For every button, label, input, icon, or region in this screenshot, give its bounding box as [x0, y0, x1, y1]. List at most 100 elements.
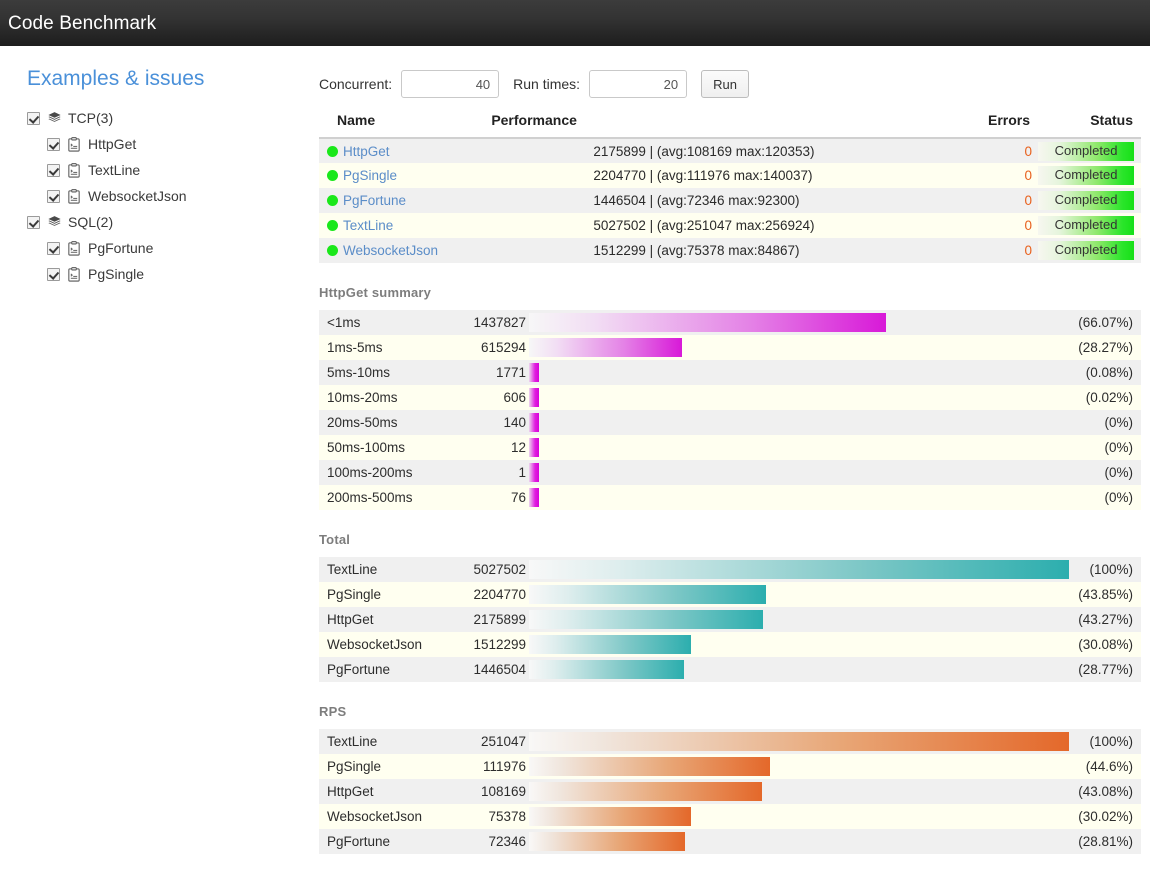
tree-item-websocketjson[interactable]: WebsocketJson	[18, 183, 305, 209]
status-dot-icon	[327, 245, 338, 256]
bar-category-label: 20ms-50ms	[327, 415, 398, 430]
bar-percent-label: (0.02%)	[1085, 390, 1133, 405]
bar-row: PgFortune 72346 (28.81%)	[319, 829, 1141, 854]
result-name-cell: HttpGet	[319, 138, 483, 163]
bar-category-label: PgSingle	[327, 759, 382, 774]
result-errors-cell: 0	[1024, 243, 1033, 258]
tree-item-checkbox[interactable]	[47, 189, 60, 203]
app-header: Code Benchmark	[0, 0, 1150, 46]
bar-percent-label: (0%)	[1104, 465, 1133, 480]
script-icon	[66, 162, 82, 178]
bar-value-label: 1437827	[473, 315, 526, 330]
tree-item-label: TextLine	[88, 162, 141, 178]
bar-percent-label: (0.08%)	[1085, 365, 1133, 380]
tree-item-pgsingle[interactable]: PgSingle	[18, 261, 305, 287]
bar-fill	[529, 313, 886, 332]
result-performance-cell: 1512299 | (avg:75378 max:84867)	[483, 238, 978, 263]
bar-category-label: WebsocketJson	[327, 809, 423, 824]
table-row: PgFortune 1446504 | (avg:72346 max:92300)…	[319, 188, 1141, 213]
tree-item-pgfortune[interactable]: PgFortune	[18, 235, 305, 261]
result-name-link[interactable]: WebsocketJson	[343, 243, 438, 258]
bar-value-label: 75378	[488, 809, 526, 824]
tree-item-label: WebsocketJson	[88, 188, 187, 204]
result-name-link[interactable]: PgFortune	[343, 193, 406, 208]
status-dot-icon	[327, 220, 338, 231]
bar-track	[529, 460, 1069, 485]
result-status-cell: Completed	[1038, 238, 1141, 263]
result-name-link[interactable]: TextLine	[343, 218, 393, 233]
result-total-requests: 2204770	[593, 168, 646, 183]
bar-row: PgFortune 1446504 (28.77%)	[319, 657, 1141, 682]
bar-value-label: 5027502	[473, 562, 526, 577]
bar-row: TextLine 251047 (100%)	[319, 729, 1141, 754]
bar-row: 1ms-5ms 615294 (28.27%)	[319, 335, 1141, 360]
script-icon	[66, 188, 82, 204]
bar-fill	[529, 832, 685, 851]
bar-track	[529, 804, 1069, 829]
column-header-performance[interactable]: Performance	[483, 106, 979, 139]
column-header-status[interactable]: Status	[1038, 106, 1141, 139]
script-icon	[66, 240, 82, 256]
bar-row: 20ms-50ms 140 (0%)	[319, 410, 1141, 435]
bar-fill	[529, 413, 539, 432]
run-button[interactable]: Run	[701, 70, 749, 98]
tree-item-checkbox[interactable]	[47, 267, 60, 281]
bar-category-label: HttpGet	[327, 784, 374, 799]
result-name-link[interactable]: PgSingle	[343, 168, 397, 183]
tree-item-label: PgSingle	[88, 266, 145, 282]
bar-category-label: TextLine	[327, 562, 378, 577]
bar-track	[529, 754, 1069, 779]
bar-category-label: 50ms-100ms	[327, 440, 406, 455]
tree-item-label: TCP(3)	[68, 110, 114, 126]
sidebar-title: Examples & issues	[27, 67, 205, 90]
result-errors-cell: 0	[1024, 143, 1033, 159]
tree-item-checkbox[interactable]	[47, 241, 60, 255]
status-badge-label: Completed	[1054, 192, 1118, 207]
result-performance-detail: | (avg:108169 max:120353)	[649, 143, 815, 159]
result-status-cell: Completed	[1038, 163, 1141, 188]
bar-category-label: PgFortune	[327, 662, 391, 677]
section-title: Total	[319, 532, 351, 547]
result-performance-cell: 2204770 | (avg:111976 max:140037)	[483, 163, 978, 188]
result-errors-cell: 0	[1024, 168, 1033, 183]
status-badge-label: Completed	[1054, 242, 1118, 257]
concurrent-input[interactable]	[401, 70, 500, 98]
bar-row: 5ms-10ms 1771 (0.08%)	[319, 360, 1141, 385]
bar-track	[529, 729, 1069, 754]
bar-fill	[529, 585, 766, 604]
result-total-requests: 2175899	[593, 143, 646, 159]
bar-category-label: HttpGet	[327, 612, 374, 627]
tree-item-tcp-3[interactable]: TCP(3)	[18, 105, 305, 131]
tree-item-checkbox[interactable]	[47, 137, 60, 151]
bar-track	[529, 360, 1069, 385]
bar-fill	[529, 338, 682, 357]
result-performance-cell: 1446504 | (avg:72346 max:92300)	[483, 188, 978, 213]
column-header-errors[interactable]: Errors	[978, 106, 1039, 139]
bar-fill	[529, 782, 762, 801]
bar-percent-label: (44.6%)	[1085, 759, 1133, 774]
tree-item-checkbox[interactable]	[27, 215, 40, 229]
result-name-link[interactable]: HttpGet	[343, 144, 390, 159]
result-total-requests: 5027502	[593, 218, 646, 233]
bar-value-label: 1	[518, 465, 526, 480]
table-row: HttpGet 2175899 | (avg:108169 max:120353)…	[319, 138, 1141, 163]
tree-item-httpget[interactable]: HttpGet	[18, 131, 305, 157]
bar-category-label: TextLine	[327, 734, 378, 749]
bar-track	[529, 607, 1069, 632]
tree-item-checkbox[interactable]	[47, 163, 60, 177]
bar-percent-label: (28.77%)	[1078, 662, 1133, 677]
tree-item-checkbox[interactable]	[27, 111, 40, 125]
status-badge-label: Completed	[1054, 217, 1118, 232]
column-header-name[interactable]: Name	[319, 106, 484, 139]
concurrent-label: Concurrent:	[319, 76, 393, 92]
bar-row: 200ms-500ms 76 (0%)	[319, 485, 1141, 510]
tree-item-sql-2[interactable]: SQL(2)	[18, 209, 305, 235]
tree-item-label: PgFortune	[88, 240, 154, 256]
result-total-requests: 1512299	[593, 243, 646, 258]
script-icon	[66, 266, 82, 282]
status-badge: Completed	[1038, 241, 1135, 260]
runtimes-input[interactable]	[589, 70, 688, 98]
tree-item-label: HttpGet	[88, 136, 137, 152]
result-status-cell: Completed	[1038, 188, 1141, 213]
tree-item-textline[interactable]: TextLine	[18, 157, 305, 183]
